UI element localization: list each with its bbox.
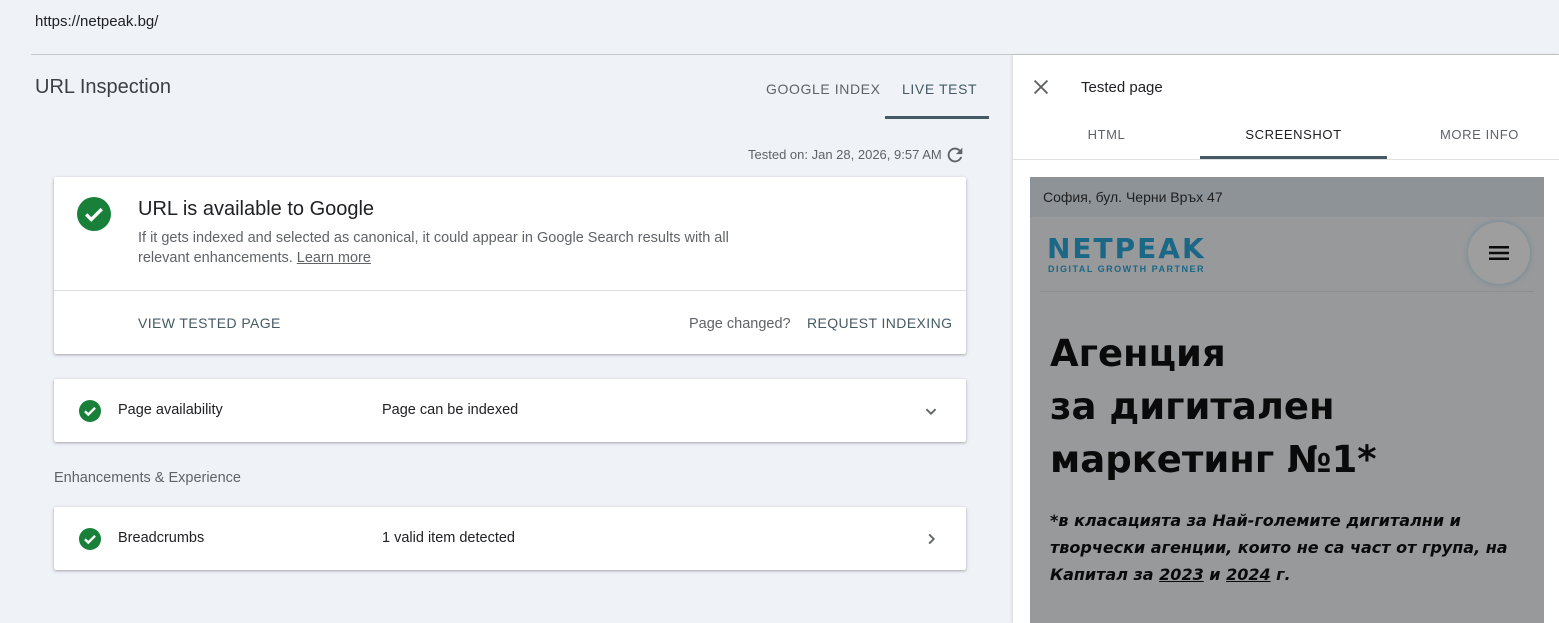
check-circle-icon (79, 400, 101, 422)
inspection-main: URL Inspection GOOGLE INDEX LIVE TEST Te… (0, 55, 1012, 623)
page-changed-label: Page changed? (689, 316, 791, 332)
status-headline: URL is available to Google (138, 198, 375, 220)
page-title: URL Inspection (35, 76, 171, 98)
breadcrumbs-row[interactable]: Breadcrumbs 1 valid item detected (54, 507, 966, 570)
screenshot-address: София, бул. Черни Връх 47 (1043, 189, 1223, 205)
card-divider (54, 290, 966, 291)
tab-live-test[interactable]: LIVE TEST (902, 81, 977, 97)
hero-line: маркетинг №1* (1050, 438, 1377, 481)
check-circle-icon (77, 197, 111, 231)
refresh-icon[interactable] (944, 144, 966, 166)
status-description-text: If it gets indexed and selected as canon… (138, 230, 729, 266)
hero-line: Агенция (1050, 332, 1226, 375)
availability-label: Page availability (118, 402, 223, 418)
learn-more-link[interactable]: Learn more (297, 250, 371, 266)
screenshot-hero-heading: Агенция за дигитален маркетинг №1* (1050, 327, 1530, 486)
status-card: URL is available to Google If it gets in… (54, 177, 966, 354)
chevron-right-icon[interactable] (920, 528, 942, 550)
active-tab-indicator (885, 116, 989, 119)
close-icon[interactable] (1030, 76, 1052, 98)
screenshot-divider (1040, 291, 1534, 292)
tested-page-panel: Tested page HTML SCREENSHOT MORE INFO Со… (1013, 55, 1559, 623)
address-bar: https://netpeak.bg/ (0, 0, 1559, 55)
tab-screenshot[interactable]: SCREENSHOT (1200, 127, 1387, 142)
request-indexing-button[interactable]: REQUEST INDEXING (807, 315, 952, 331)
netpeak-logo: NETPEAK (1047, 232, 1206, 265)
footnote-year: 2023 (1159, 565, 1204, 584)
page-availability-row[interactable]: Page availability Page can be indexed (54, 379, 966, 442)
footnote-text: и (1203, 565, 1227, 584)
view-tested-page-button[interactable]: VIEW TESTED PAGE (138, 315, 281, 331)
hamburger-icon (1489, 246, 1509, 260)
availability-value: Page can be indexed (382, 402, 519, 418)
footnote-year: 2024 (1226, 565, 1271, 584)
page-url[interactable]: https://netpeak.bg/ (35, 13, 158, 30)
panel-divider (1013, 159, 1559, 160)
footnote-text: г. (1270, 565, 1291, 584)
tab-more-info[interactable]: MORE INFO (1386, 127, 1559, 142)
chevron-down-icon[interactable] (920, 400, 942, 422)
hero-line: за дигитален (1050, 385, 1335, 428)
breadcrumbs-value: 1 valid item detected (382, 530, 515, 546)
panel-title: Tested page (1081, 79, 1163, 96)
netpeak-tagline: DIGITAL GROWTH PARTNER (1048, 264, 1205, 274)
breadcrumbs-label: Breadcrumbs (118, 530, 205, 546)
tab-html[interactable]: HTML (1013, 127, 1200, 142)
screenshot-footnote: *в класацията за Най-големите дигитални … (1050, 507, 1530, 588)
page-screenshot: София, бул. Черни Връх 47 NETPEAK DIGITA… (1030, 177, 1544, 623)
tested-on-timestamp: Tested on: Jan 28, 2026, 9:57 AM (748, 147, 942, 162)
tab-google-index[interactable]: GOOGLE INDEX (766, 81, 881, 97)
status-description: If it gets indexed and selected as canon… (138, 228, 738, 268)
enhancements-section-label: Enhancements & Experience (54, 470, 241, 486)
check-circle-icon (79, 528, 101, 550)
